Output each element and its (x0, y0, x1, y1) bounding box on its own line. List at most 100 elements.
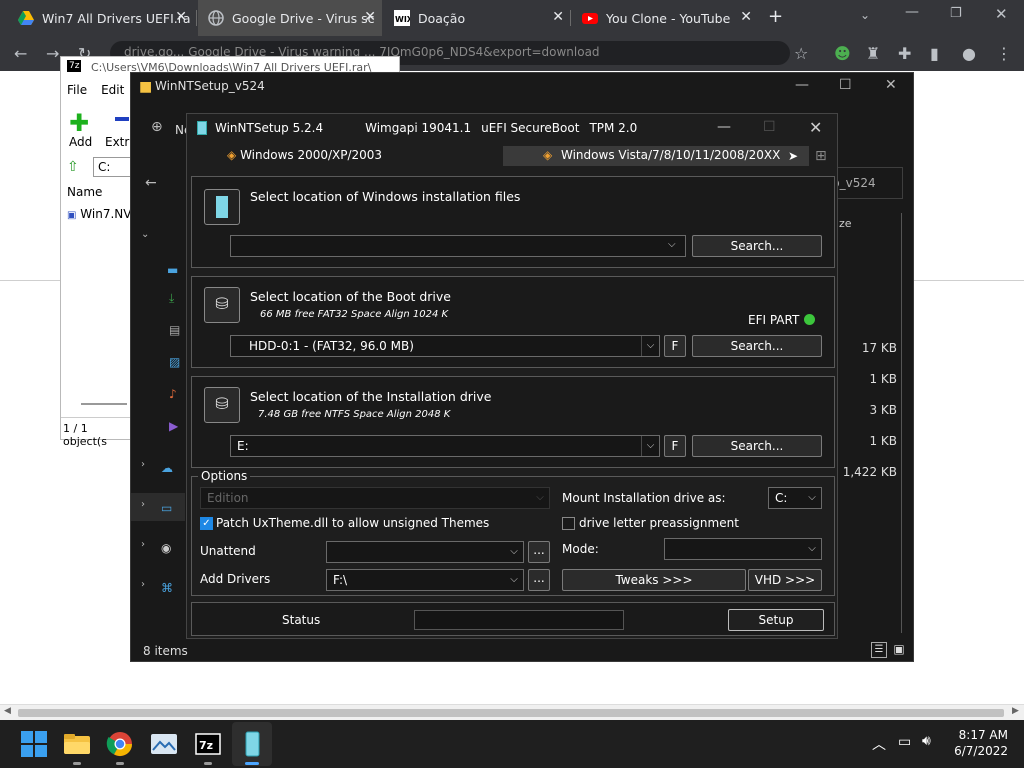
add-plus-icon[interactable]: ✚ (69, 109, 89, 137)
install-drive-f-button[interactable]: F (664, 435, 686, 457)
col-size[interactable]: ze (839, 217, 852, 230)
chevron-right-icon[interactable]: › (141, 499, 145, 510)
new-tab-button[interactable]: + (768, 6, 783, 27)
chevron-right-icon[interactable]: › (141, 579, 145, 590)
install-drive-search-button[interactable]: Search... (692, 435, 822, 457)
setup-button[interactable]: Setup (728, 609, 824, 631)
clock[interactable]: 8:17 AM 6/7/2022 (952, 728, 1008, 758)
install-drive-combo[interactable]: E: ⌵ (230, 435, 660, 457)
drive-letter-checkbox[interactable] (562, 517, 575, 530)
desktop-icon[interactable]: ▬ (167, 263, 178, 277)
maximize-icon[interactable]: ☐ (839, 77, 852, 93)
chevron-right-icon[interactable]: › (141, 459, 145, 470)
chevron-right-icon[interactable]: › (141, 539, 145, 550)
mode-combo[interactable]: ⌵ (664, 538, 822, 560)
vhd-button[interactable]: VHD >>> (748, 569, 822, 591)
documents-icon[interactable]: ▤ (169, 323, 180, 337)
network-status-icon[interactable]: ▭ (898, 734, 911, 750)
menu-file[interactable]: File (67, 83, 87, 97)
hscroll-thumb[interactable] (18, 709, 1004, 717)
add-button-label[interactable]: Add (69, 135, 92, 149)
7zip-icon[interactable]: 7z (192, 728, 224, 760)
puzzle-extensions-icon[interactable]: ✚ (898, 44, 911, 63)
hscroll-thumb[interactable] (81, 403, 127, 405)
restore-icon[interactable]: ❐ (950, 6, 962, 21)
menu-kebab-icon[interactable]: ⋮ (996, 44, 1012, 63)
videos-icon[interactable]: ▶ (169, 419, 178, 433)
tiles-view-icon[interactable]: ▣ (891, 642, 907, 658)
back-arrow-icon[interactable]: ← (145, 175, 157, 191)
pictures-icon[interactable]: ▨ (169, 355, 180, 369)
file-explorer-icon[interactable] (61, 728, 93, 760)
maximize-icon[interactable]: ☐ (763, 119, 776, 135)
tab-youtube[interactable]: You Clone - YouTube ✕ (572, 0, 758, 36)
bookmark-star-icon[interactable]: ☆ (794, 44, 808, 63)
windows-start-icon[interactable] (18, 728, 50, 760)
chevron-down-icon[interactable]: ⌵ (505, 542, 523, 562)
close-icon[interactable]: ✕ (885, 77, 897, 93)
tab-search-icon[interactable]: ⌄ (860, 8, 870, 22)
this-pc-row[interactable] (131, 493, 185, 521)
extract-minus-icon[interactable] (115, 117, 129, 121)
chevron-down-icon[interactable]: ⌵ (803, 488, 821, 508)
extension-icon[interactable]: ♜ (866, 44, 880, 63)
network-icon[interactable]: ⌘ (161, 581, 173, 595)
profile-icon[interactable]: ● (962, 44, 976, 63)
music-icon[interactable]: ♪ (169, 387, 177, 401)
scroll-left-icon[interactable]: ◀ (4, 706, 11, 716)
add-drivers-browse-button[interactable]: ... (528, 569, 550, 591)
tab-windows-vista-plus[interactable]: ◈ Windows Vista/7/8/10/11/2008/20XX (503, 146, 809, 166)
close-tab-icon[interactable]: ✕ (552, 9, 564, 25)
onedrive-icon[interactable]: ☁ (161, 461, 173, 475)
photos-icon[interactable] (148, 728, 180, 760)
chrome-icon[interactable] (104, 728, 136, 760)
minimize-icon[interactable]: — (717, 119, 731, 135)
up-folder-icon[interactable]: ⇧ (67, 159, 79, 175)
boot-drive-search-button[interactable]: Search... (692, 335, 822, 357)
expand-chevron-icon[interactable]: ⌄ (141, 229, 149, 240)
install-files-combo[interactable] (230, 235, 686, 257)
volume-icon[interactable]: 🔊︎ (922, 733, 931, 749)
edition-combo[interactable]: Edition ⌵ (200, 487, 550, 509)
close-tab-icon[interactable]: ✕ (740, 9, 752, 25)
boot-drive-f-button[interactable]: F (664, 335, 686, 357)
new-icon[interactable]: ⊕ (151, 119, 163, 135)
downloads-icon[interactable]: ⤓ (169, 291, 174, 306)
extension-face-icon[interactable]: ☻ (834, 44, 851, 63)
col-name[interactable]: Name (67, 185, 102, 199)
tab-doacao[interactable]: WIX Doação ✕ (384, 0, 570, 36)
tab-drive-virus[interactable]: Google Drive - Virus sc ✕ (198, 0, 382, 36)
minimize-icon[interactable]: — (795, 77, 809, 93)
page-hscrollbar[interactable]: ◀ ▶ (0, 704, 1024, 720)
details-view-icon[interactable]: ☰ (871, 642, 887, 658)
back-icon[interactable]: ← (14, 44, 27, 63)
boot-drive-combo[interactable]: HDD-0:1 - (FAT32, 96.0 MB) ⌵ (230, 335, 660, 357)
chevron-down-icon[interactable]: ⌵ (668, 239, 676, 250)
chevron-down-icon[interactable]: ⌵ (803, 539, 821, 559)
side-panel-icon[interactable]: ▮ (930, 44, 939, 63)
chevron-down-icon[interactable]: ⌵ (641, 436, 659, 456)
mount-drive-combo[interactable]: C: ⌵ (768, 487, 822, 509)
patch-uxtheme-checkbox[interactable]: ✓ (200, 517, 213, 530)
forward-icon[interactable]: → (46, 44, 59, 63)
tab-drive-file[interactable]: Win7 All Drivers UEFI.ra ✕ (8, 0, 193, 36)
unattend-combo[interactable]: ⌵ (326, 541, 524, 563)
minimize-icon[interactable]: — (905, 4, 919, 20)
dvd-drive-icon[interactable]: ◉ (161, 541, 171, 555)
close-icon[interactable]: ✕ (809, 118, 822, 137)
tweaks-button[interactable]: Tweaks >>> (562, 569, 746, 591)
menu-edit[interactable]: Edit (101, 83, 124, 97)
winntsetup-icon[interactable] (236, 728, 268, 760)
close-tab-icon[interactable]: ✕ (175, 9, 187, 25)
file-row[interactable]: ▣ Win7.NV (67, 207, 131, 221)
add-drivers-combo[interactable]: F:\ ⌵ (326, 569, 524, 591)
close-window-icon[interactable]: ✕ (995, 5, 1008, 23)
chevron-down-icon[interactable]: ⌵ (505, 570, 523, 590)
chevron-down-icon[interactable]: ⌵ (641, 336, 659, 356)
this-pc-icon[interactable]: ▭ (161, 501, 172, 515)
scroll-right-icon[interactable]: ▶ (1012, 706, 1019, 716)
install-files-search-button[interactable]: Search... (692, 235, 822, 257)
vscrollbar[interactable] (901, 213, 902, 633)
show-hidden-icons[interactable]: ︿ (872, 734, 886, 754)
close-tab-icon[interactable]: ✕ (364, 9, 376, 25)
